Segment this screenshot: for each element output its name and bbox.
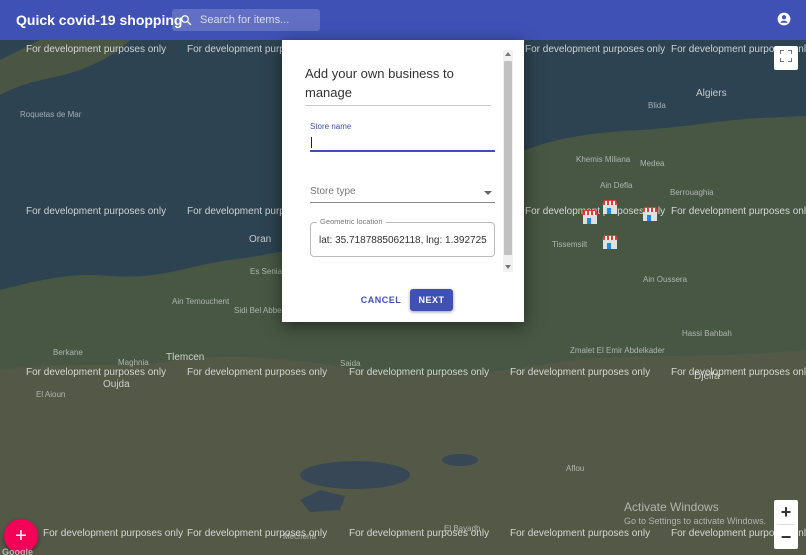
map-place-label: Saida [340, 359, 361, 368]
map-place-label: Maghnia [118, 358, 149, 367]
google-logo: Google [2, 547, 33, 555]
app-title: Quick covid-19 shopping [16, 12, 183, 28]
map-watermark: For development purposes only [26, 44, 167, 55]
title-divider [305, 105, 491, 106]
dropdown-arrow-icon [484, 191, 492, 195]
map-watermark: For development purposes only [671, 367, 806, 378]
activate-subtitle: Go to Settings to activate Windows. [624, 516, 767, 526]
map-place-label: Ain Temouchent [172, 297, 230, 306]
scroll-thumb[interactable] [504, 61, 512, 255]
map-place-label: Zmalet El Emir Abdelkader [570, 346, 665, 355]
store-marker-icon[interactable] [602, 235, 618, 249]
zoom-out-button[interactable]: − [774, 525, 798, 549]
account-circle-icon[interactable] [777, 12, 791, 26]
map-place-label: Mecheria [283, 532, 316, 541]
map-place-label: Aflou [566, 464, 585, 473]
map-place-label: Ain Defla [600, 181, 633, 190]
dialog-actions: CANCEL NEXT [282, 289, 524, 313]
map-watermark: For development purposes only [671, 206, 806, 217]
activate-windows-notice: Activate Windows Go to Settings to activ… [624, 500, 766, 526]
map-place-label: Djelfa [694, 371, 720, 382]
map-place-label: Sidi Bel Abbes [234, 306, 286, 315]
scroll-up-arrow-icon[interactable] [505, 52, 511, 56]
map-place-label: El Bayadh [444, 524, 481, 533]
geometric-location-label: Geometric location [317, 217, 386, 226]
next-button[interactable]: NEXT [410, 289, 453, 311]
map-place-label: Ain Oussera [643, 275, 688, 284]
map-place-label: Blida [648, 101, 666, 110]
scroll-down-arrow-icon[interactable] [505, 265, 511, 269]
map-place-label: Es Senia [250, 267, 283, 276]
search-input[interactable] [200, 14, 310, 26]
geometric-location-field[interactable]: Geometric location lat: 35.7187885062118… [310, 217, 495, 257]
map-place-label: El Aioun [36, 390, 66, 399]
map-place-label: Hassi Bahbah [682, 329, 732, 338]
store-type-label: Store type [310, 186, 356, 197]
app-bar: Quick covid-19 shopping [0, 0, 806, 40]
map-place-label: Khemis Miliana [576, 155, 631, 164]
geometric-location-value: lat: 35.7187885062118, lng: 1.392725 [319, 235, 487, 246]
map-place-label: Roquetas de Mar [20, 110, 82, 119]
add-business-dialog: Add your own business to manage Store na… [282, 40, 524, 322]
search-bar[interactable] [172, 9, 320, 31]
map-watermark: For development purposes only [349, 367, 490, 378]
map-place-label: Tlemcen [166, 352, 205, 363]
map-watermark: For development purposes only [187, 367, 328, 378]
cancel-button[interactable]: CANCEL [360, 289, 402, 311]
map-watermark: For development purposes only [510, 528, 651, 539]
map-watermark: For development purposes only [525, 44, 666, 55]
dialog-title: Add your own business to manage [305, 66, 454, 100]
map-place-label: Oran [249, 234, 272, 245]
store-name-input[interactable] [310, 134, 495, 152]
map-watermark: For development purposes only [43, 528, 184, 539]
activate-title: Activate Windows [624, 500, 719, 514]
search-icon [172, 14, 200, 26]
dialog-content: Add your own business to manage Store na… [282, 40, 510, 278]
map-watermark: For development purposes only [26, 367, 167, 378]
fullscreen-icon [779, 49, 793, 67]
map-place-label: Algiers [696, 88, 727, 99]
map-place-label: Berkane [53, 348, 83, 357]
dialog-scrollbar[interactable] [503, 50, 513, 272]
fullscreen-button[interactable] [774, 46, 798, 70]
text-caret [311, 137, 312, 148]
store-marker-icon[interactable] [642, 207, 658, 221]
store-marker-icon[interactable] [582, 210, 598, 224]
map-place-label: Oujda [103, 379, 130, 390]
store-marker-icon[interactable] [602, 200, 618, 214]
store-type-select[interactable]: Store type [310, 183, 495, 203]
zoom-control: + − [774, 500, 798, 549]
map-place-label: Berrouaghia [670, 188, 714, 197]
map-watermark: For development purposes only [26, 206, 167, 217]
map-place-label: Medea [640, 159, 665, 168]
map-place-label: Tissemsilt [552, 240, 588, 249]
map-watermark: For development purposes only [510, 367, 651, 378]
store-name-label: Store name [310, 122, 352, 131]
zoom-in-button[interactable]: + [774, 500, 798, 524]
